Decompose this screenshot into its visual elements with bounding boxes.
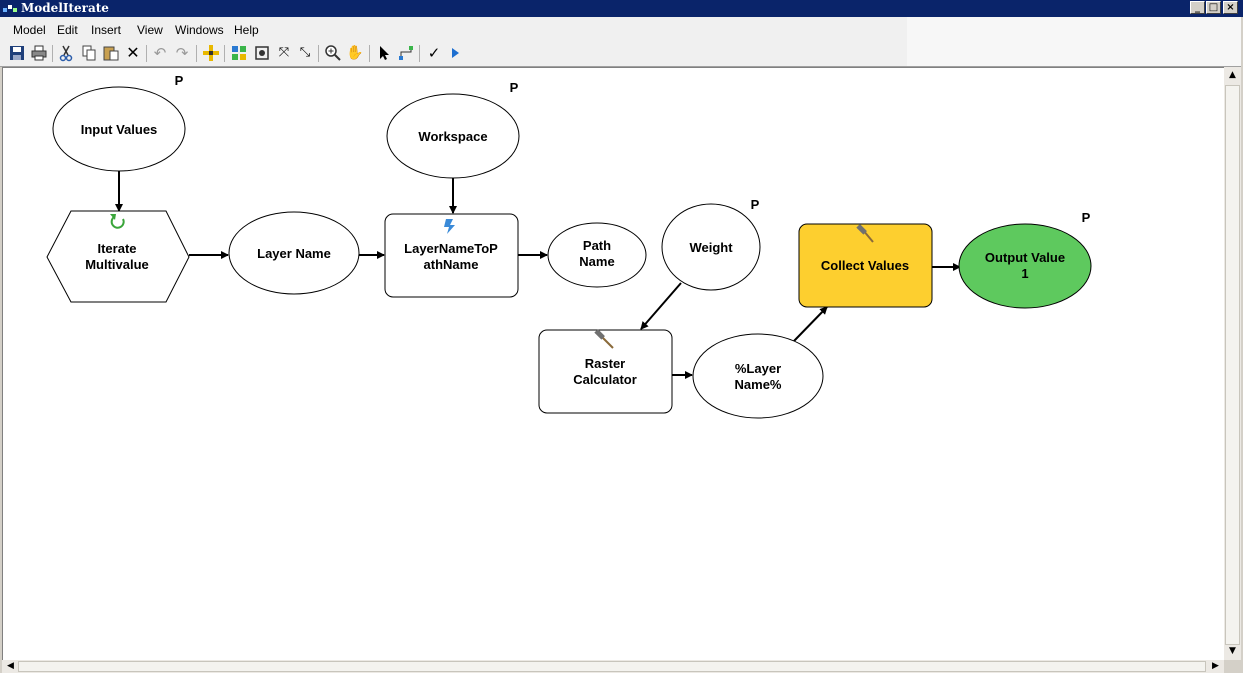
node-workspace[interactable]: Workspace P bbox=[386, 80, 520, 179]
vertical-scroll-thumb[interactable] bbox=[1225, 85, 1240, 645]
select-icon[interactable] bbox=[375, 44, 393, 62]
menu-windows[interactable]: Windows bbox=[175, 23, 224, 37]
menu-insert[interactable]: Insert bbox=[91, 23, 121, 37]
node-workspace-label: Workspace bbox=[418, 129, 487, 144]
title-bar: ModelIterate _ □ × bbox=[0, 0, 1243, 17]
param-marker: P bbox=[510, 80, 519, 95]
node-layer-name-variable[interactable]: %Layer Name% bbox=[692, 333, 824, 419]
toolbar-separator bbox=[369, 45, 370, 62]
scroll-right-icon[interactable]: ▶ bbox=[1207, 660, 1224, 673]
node-weight-label: Weight bbox=[689, 240, 733, 255]
close-button[interactable]: × bbox=[1223, 1, 1238, 14]
delete-icon[interactable]: ✕ bbox=[124, 44, 142, 62]
window-title: ModelIterate bbox=[21, 1, 109, 15]
toolbar-separator bbox=[52, 45, 53, 62]
toolbar-separator bbox=[318, 45, 319, 62]
node-layer-name[interactable]: Layer Name bbox=[228, 211, 360, 295]
toolbar-separator bbox=[196, 45, 197, 62]
minimize-button[interactable]: _ bbox=[1190, 1, 1205, 14]
node-path-name-line1: Path bbox=[583, 238, 611, 253]
scroll-left-icon[interactable]: ◀ bbox=[2, 660, 19, 673]
zoom-in-fixed-icon[interactable]: ⤧ bbox=[275, 44, 293, 62]
scroll-up-icon[interactable]: ▲ bbox=[1224, 69, 1241, 82]
auto-layout-icon[interactable] bbox=[230, 44, 248, 62]
node-iterate-line1: Iterate bbox=[97, 241, 136, 256]
node-output-value[interactable]: Output Value 1 P bbox=[958, 210, 1092, 309]
node-iterate-line2: Multivalue bbox=[85, 257, 149, 272]
connector-var-to-collect[interactable] bbox=[793, 306, 828, 342]
scrollbar-corner bbox=[1224, 660, 1241, 673]
node-raster-line1: Raster bbox=[585, 356, 625, 371]
node-iterate-multivalue[interactable]: Iterate Multivalue bbox=[46, 210, 190, 303]
connect-icon[interactable] bbox=[397, 44, 415, 62]
toolbar-separator bbox=[146, 45, 147, 62]
toolbar-separator bbox=[224, 45, 225, 62]
zoom-out-fixed-icon[interactable]: ⤡ bbox=[296, 44, 314, 62]
redo-icon[interactable]: ↷ bbox=[173, 44, 191, 62]
model-diagram: Input Values P Workspace P Iterate Multi… bbox=[46, 73, 1092, 419]
node-output-line2: 1 bbox=[1021, 266, 1028, 281]
node-tool-line2: athName bbox=[424, 257, 479, 272]
zoom-icon[interactable] bbox=[324, 44, 342, 62]
cut-icon[interactable] bbox=[57, 44, 75, 62]
node-tool-line1: LayerNameToP bbox=[404, 241, 498, 256]
menu-help[interactable]: Help bbox=[234, 23, 259, 37]
node-var-line2: Name% bbox=[735, 377, 782, 392]
menu-model[interactable]: Model bbox=[13, 23, 46, 37]
toolbar-separator bbox=[419, 45, 420, 62]
node-input-values-label: Input Values bbox=[81, 122, 158, 137]
node-collect-values[interactable]: Collect Values bbox=[798, 223, 933, 308]
save-icon[interactable] bbox=[8, 44, 26, 62]
vertical-scrollbar[interactable]: ▲ ▼ bbox=[1224, 67, 1241, 660]
menu-bar: Model Edit Insert View Windows Help bbox=[0, 17, 1243, 41]
run-icon[interactable] bbox=[446, 44, 464, 62]
menu-view[interactable]: View bbox=[137, 23, 163, 37]
connector-weight-to-raster[interactable] bbox=[640, 282, 682, 330]
node-layer-name-to-path-name[interactable]: LayerNameToP athName bbox=[384, 213, 519, 298]
horizontal-scrollbar[interactable]: ◀ ▶ bbox=[2, 660, 1224, 673]
node-input-values[interactable]: Input Values P bbox=[52, 73, 186, 172]
node-var-line1: %Layer bbox=[735, 361, 781, 376]
node-raster-line2: Calculator bbox=[573, 372, 637, 387]
horizontal-scroll-thumb[interactable] bbox=[18, 661, 1206, 672]
undo-icon[interactable]: ↶ bbox=[151, 44, 169, 62]
param-marker: P bbox=[1082, 210, 1091, 225]
toolbar: ✕ ↶ ↷ ⤧ ⤡ ✋ ✓ bbox=[0, 41, 1243, 67]
menu-edit[interactable]: Edit bbox=[57, 23, 78, 37]
node-raster-calculator[interactable]: Raster Calculator bbox=[538, 329, 673, 414]
model-app-icon bbox=[3, 5, 17, 12]
node-path-name-line2: Name bbox=[579, 254, 614, 269]
node-output-line1: Output Value bbox=[985, 250, 1065, 265]
maximize-button[interactable]: □ bbox=[1206, 1, 1221, 14]
pan-icon[interactable]: ✋ bbox=[346, 44, 364, 62]
copy-icon[interactable] bbox=[80, 44, 98, 62]
toolbar-filler bbox=[907, 41, 1243, 66]
param-marker: P bbox=[175, 73, 184, 88]
validate-icon[interactable]: ✓ bbox=[425, 44, 443, 62]
node-weight[interactable]: Weight P bbox=[661, 197, 761, 291]
node-layer-name-label: Layer Name bbox=[257, 246, 331, 261]
scroll-down-icon[interactable]: ▼ bbox=[1224, 645, 1241, 658]
node-path-name[interactable]: Path Name bbox=[547, 222, 647, 288]
node-collect-values-label: Collect Values bbox=[821, 258, 909, 273]
model-canvas[interactable]: Input Values P Workspace P Iterate Multi… bbox=[2, 67, 1224, 660]
full-extent-icon[interactable] bbox=[253, 44, 271, 62]
paste-icon[interactable] bbox=[102, 44, 120, 62]
menu-bar-filler bbox=[907, 17, 1243, 41]
add-data-icon[interactable] bbox=[202, 44, 220, 62]
param-marker: P bbox=[751, 197, 760, 212]
print-icon[interactable] bbox=[30, 44, 48, 62]
